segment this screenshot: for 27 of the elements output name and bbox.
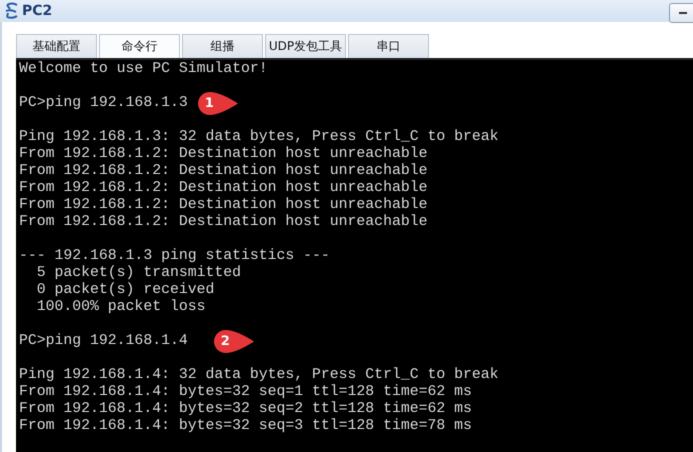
terminal-line: Ping 192.168.1.3: 32 data bytes, Press Ctrl_C to break xyxy=(19,129,498,146)
window-title: PC2 xyxy=(22,3,52,19)
callout-marker: 2 xyxy=(214,330,254,353)
tab[interactable]: UDP发包工具 xyxy=(265,34,346,58)
tab[interactable]: 基础配置 xyxy=(16,34,97,58)
tab[interactable]: 组播 xyxy=(182,34,263,58)
terminal-line: --- 192.168.1.3 ping statistics --- xyxy=(19,248,330,265)
terminal-line: Welcome to use PC Simulator! xyxy=(19,61,268,78)
tab[interactable]: 串口 xyxy=(348,34,429,58)
terminal-line: PC>ping 192.168.1.3 xyxy=(19,95,188,112)
terminal-line: 5 packet(s) transmitted xyxy=(36,265,241,282)
tab[interactable]: 命令行 xyxy=(99,34,180,58)
terminal-line: From 192.168.1.2: Destination host unreachable xyxy=(19,163,428,180)
terminal-line: From 192.168.1.2: Destination host unreachable xyxy=(19,180,428,197)
terminal-line: From 192.168.1.4: bytes=32 seq=3 ttl=128 time=78 ms xyxy=(19,418,472,435)
terminal-line: Ping 192.168.1.4: 32 data bytes, Press Ctrl_C to break xyxy=(19,367,498,384)
minimize-button[interactable] xyxy=(669,3,693,23)
terminal-line: From 192.168.1.2: Destination host unreachable xyxy=(19,214,428,231)
terminal-line: From 192.168.1.4: bytes=32 seq=1 ttl=128 time=62 ms xyxy=(19,384,472,401)
callout-marker: 1 xyxy=(198,92,238,115)
terminal-line: 100.00% packet loss xyxy=(36,299,206,316)
terminal-line: 0 packet(s) received xyxy=(36,282,214,299)
terminal-line: From 192.168.1.4: bytes=32 seq=2 ttl=128 time=62 ms xyxy=(19,401,472,418)
minimize-icon xyxy=(678,11,688,15)
terminal-line: PC>ping 192.168.1.4 xyxy=(19,333,188,350)
terminal-line: From 192.168.1.2: Destination host unreachable xyxy=(19,146,428,163)
terminal-line: From 192.168.1.2: Destination host unreachable xyxy=(19,197,428,214)
